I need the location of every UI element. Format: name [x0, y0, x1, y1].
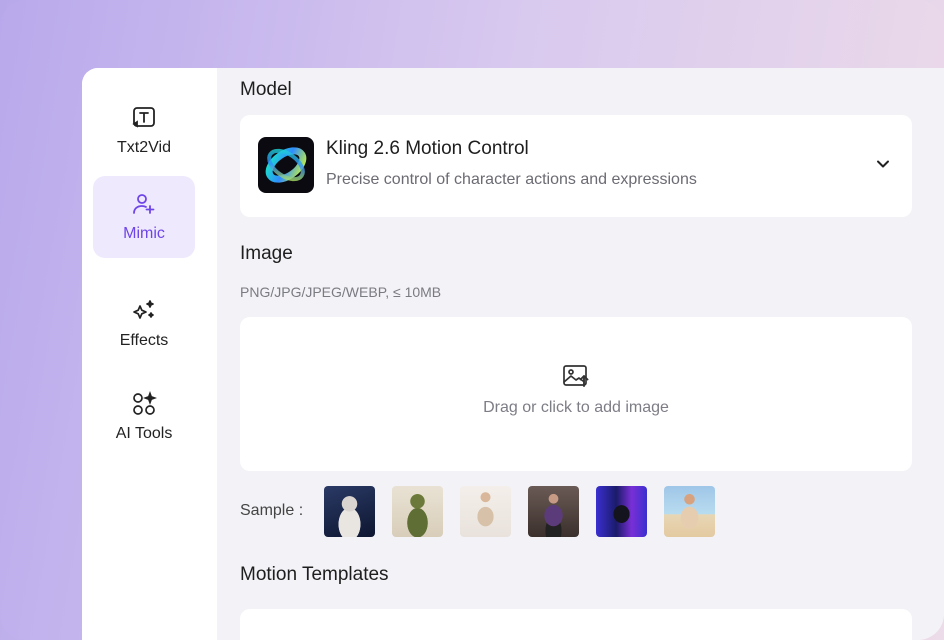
- sidebar-item-label: AI Tools: [115, 425, 173, 442]
- image-upload-icon: [563, 365, 589, 387]
- sidebar: Txt2Vid Mimic Effects AI Tools: [82, 68, 217, 640]
- image-format-hint: PNG/JPG/JPEG/WEBP, ≤ 10MB: [240, 284, 442, 300]
- kling-logo: [258, 137, 314, 193]
- sample-thumbnail[interactable]: [596, 486, 647, 537]
- sparkles-icon: [133, 300, 154, 319]
- motion-templates-panel[interactable]: [240, 609, 912, 640]
- sidebar-item-label: Effects: [119, 332, 169, 349]
- user-sparkle-icon: [133, 194, 155, 214]
- sample-thumbnails: [324, 486, 715, 537]
- model-description: Precise control of character actions and…: [326, 171, 697, 188]
- sidebar-item-label: Mimic: [123, 225, 165, 242]
- chevron-down-icon[interactable]: [874, 155, 892, 173]
- sidebar-item-mimic[interactable]: Mimic: [93, 176, 195, 258]
- sidebar-item-label: Txt2Vid: [117, 139, 171, 156]
- image-upload-dropzone[interactable]: Drag or click to add image: [240, 317, 912, 471]
- sample-label: Sample :: [240, 502, 304, 519]
- motion-templates-section-title: Motion Templates: [240, 564, 389, 585]
- sample-thumbnail[interactable]: [528, 486, 579, 537]
- tools-grid-icon: [133, 391, 157, 415]
- sample-thumbnail[interactable]: [460, 486, 511, 537]
- app-window: Txt2Vid Mimic Effects AI Tools Model Kli…: [82, 68, 944, 640]
- sidebar-item-txt2vid[interactable]: Txt2Vid: [93, 90, 195, 172]
- text-to-video-icon: [132, 107, 155, 128]
- sidebar-item-ai-tools[interactable]: AI Tools: [93, 376, 195, 458]
- image-section-title: Image: [240, 243, 293, 264]
- model-name: Kling 2.6 Motion Control: [326, 138, 529, 159]
- sample-thumbnail[interactable]: [664, 486, 715, 537]
- model-selector[interactable]: Kling 2.6 Motion Control Precise control…: [240, 115, 912, 217]
- sidebar-item-effects[interactable]: Effects: [93, 283, 195, 365]
- sample-thumbnail[interactable]: [392, 486, 443, 537]
- sample-thumbnail[interactable]: [324, 486, 375, 537]
- main-panel: Model Kling 2.6 Motion Control Precise c…: [217, 68, 944, 640]
- model-section-title: Model: [240, 79, 292, 100]
- app-frame: Txt2Vid Mimic Effects AI Tools Model Kli…: [0, 0, 944, 640]
- upload-prompt-text: Drag or click to add image: [483, 399, 669, 416]
